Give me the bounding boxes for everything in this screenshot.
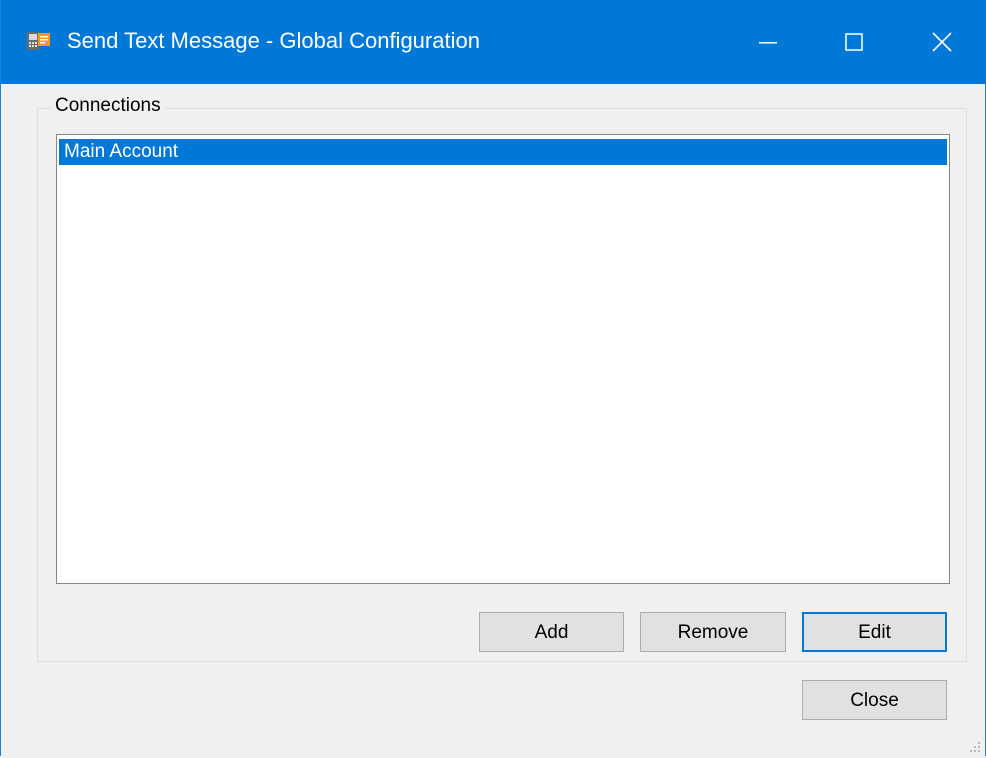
add-button[interactable]: Add xyxy=(479,612,624,652)
app-icon xyxy=(27,30,51,52)
connections-list[interactable]: Main Account xyxy=(56,134,950,584)
window-title: Send Text Message - Global Configuration xyxy=(67,28,480,53)
remove-button[interactable]: Remove xyxy=(640,612,786,652)
minimize-button[interactable] xyxy=(723,0,813,84)
maximize-icon xyxy=(845,33,863,51)
maximize-button[interactable] xyxy=(809,0,899,84)
connections-label: Connections xyxy=(51,94,165,118)
list-item[interactable]: Main Account xyxy=(59,139,947,165)
title-bar[interactable]: Send Text Message - Global Configuration xyxy=(1,0,986,84)
minimize-icon xyxy=(759,42,777,44)
edit-button[interactable]: Edit xyxy=(802,612,947,652)
close-icon xyxy=(932,32,952,52)
dialog-window: Send Text Message - Global Configuration… xyxy=(0,0,986,756)
resize-grip-icon[interactable] xyxy=(969,740,981,752)
close-window-button[interactable] xyxy=(897,0,986,84)
close-button[interactable]: Close xyxy=(802,680,947,720)
